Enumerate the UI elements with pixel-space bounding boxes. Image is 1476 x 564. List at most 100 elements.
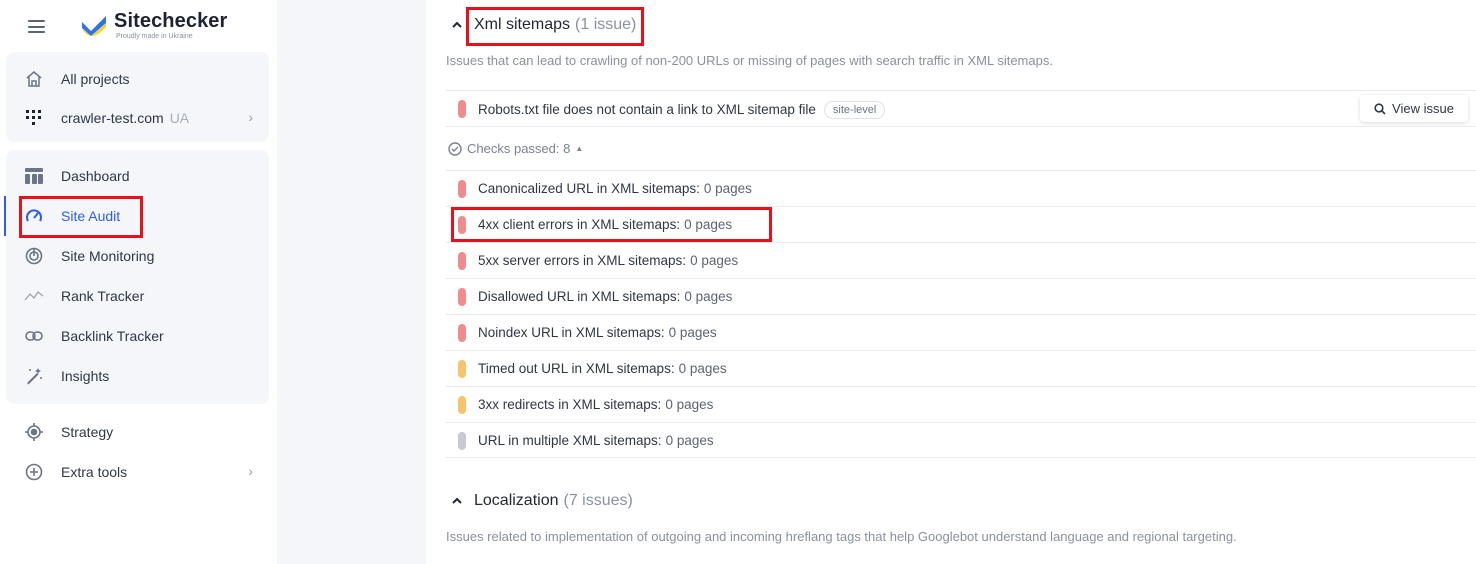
sidebar-item-label: Rank Tracker <box>61 288 145 304</box>
severity-marker <box>458 216 466 234</box>
check-pages: 0 pages <box>665 433 714 448</box>
target-icon <box>24 422 44 442</box>
check-pages: 0 pages <box>678 361 727 376</box>
caret-up-icon: ▲ <box>575 144 584 153</box>
brand-tagline: Proudly made in Ukraine <box>116 33 193 40</box>
check-label: 3xx redirects in XML sitemaps: 0 pages <box>478 397 713 412</box>
sidebar-item-rank-tracker[interactable]: Rank Tracker <box>6 278 269 314</box>
section-header-xml-sitemaps[interactable]: Xml sitemaps (1 issue) <box>450 16 636 34</box>
check-text: Canonicalized URL in XML sitemaps: <box>478 181 700 196</box>
sidebar-item-label: Strategy <box>61 424 114 440</box>
section-description: Issues related to implementation of outg… <box>446 529 1237 544</box>
plus-circle-icon <box>24 462 44 482</box>
sidebar-item-label: Backlink Tracker <box>61 328 164 344</box>
sidebar-item-label: crawler-test.com UA <box>61 110 189 126</box>
section-description: Issues that can lead to crawling of non-… <box>446 53 1053 68</box>
issue-row[interactable]: Robots.txt file does not contain a link … <box>446 90 1476 126</box>
check-row[interactable]: 5xx server errors in XML sitemaps: 0 page… <box>446 242 1476 278</box>
check-label: Timed out URL in XML sitemaps: 0 pages <box>478 361 727 376</box>
dashboard-icon <box>24 166 44 186</box>
magic-wand-icon <box>24 366 44 386</box>
severity-marker <box>458 396 466 414</box>
severity-marker <box>458 288 466 306</box>
view-issue-button[interactable]: View issue <box>1360 95 1468 122</box>
check-pages: 0 pages <box>668 325 717 340</box>
section-count: (7 issues) <box>563 492 633 509</box>
menu-icon[interactable] <box>28 20 45 33</box>
section-count: (1 issue) <box>575 16 637 33</box>
site-level-tag: site-level <box>823 101 886 119</box>
active-indicator <box>4 196 6 236</box>
sidebar-item-site-monitoring[interactable]: Site Monitoring <box>6 238 269 274</box>
checks-passed-toggle[interactable]: Checks passed: 8 ▲ <box>448 141 583 156</box>
chevron-right-icon: › <box>248 109 253 125</box>
checks-passed-bar: Checks passed: 8 ▲ <box>446 126 1476 170</box>
chevron-up-icon <box>452 497 462 504</box>
section-title: Localization <box>474 492 559 509</box>
project-country: UA <box>169 110 190 126</box>
check-pages: 0 pages <box>665 397 714 412</box>
issue-text: Robots.txt file does not contain a link … <box>478 102 816 117</box>
sidebar-item-label: Insights <box>61 368 110 384</box>
home-icon <box>24 69 44 89</box>
search-icon <box>1374 102 1386 115</box>
rank-tracker-icon <box>24 286 44 306</box>
check-row[interactable]: 4xx client errors in XML sitemaps: 0 page… <box>446 206 1476 242</box>
severity-marker <box>458 324 466 342</box>
severity-marker <box>458 180 466 198</box>
check-label: 5xx server errors in XML sitemaps: 0 page… <box>478 253 738 268</box>
check-pages: 0 pages <box>684 217 733 232</box>
project-name: crawler-test.com <box>61 110 164 126</box>
sidebar-item-insights[interactable]: Insights <box>6 358 269 394</box>
sidebar-item-strategy[interactable]: Strategy <box>6 414 269 450</box>
view-issue-label: View issue <box>1392 101 1454 116</box>
link-icon <box>24 326 44 346</box>
check-text: URL in multiple XML sitemaps: <box>478 433 662 448</box>
check-row[interactable]: URL in multiple XML sitemaps: 0 pages <box>446 422 1476 458</box>
check-row[interactable]: Timed out URL in XML sitemaps: 0 pages <box>446 350 1476 386</box>
sidebar-header: Sitechecker Proudly made in Ukraine <box>0 0 277 50</box>
logo[interactable]: Sitechecker Proudly made in Ukraine <box>80 10 240 44</box>
check-row[interactable]: 3xx redirects in XML sitemaps: 0 pages <box>446 386 1476 422</box>
brand-name: Sitechecker <box>114 10 228 32</box>
sidebar-item-project[interactable]: crawler-test.com UA › <box>6 100 269 136</box>
monitoring-icon <box>24 246 44 266</box>
sidebar-item-site-audit[interactable]: Site Audit <box>6 198 269 234</box>
logo-icon <box>82 16 106 36</box>
check-text: 5xx server errors in XML sitemaps: <box>478 253 687 268</box>
project-favicon-icon <box>24 108 44 128</box>
section-header-localization[interactable]: Localization (7 issues) <box>450 492 633 510</box>
section-title: Xml sitemaps <box>474 16 571 33</box>
sidebar-item-label: All projects <box>61 71 130 87</box>
sidebar-item-label: Extra tools <box>61 464 128 480</box>
checks-passed-label: Checks passed: 8 <box>467 141 571 156</box>
severity-marker <box>458 252 466 270</box>
severity-marker <box>458 432 466 450</box>
chevron-right-icon: › <box>248 463 253 479</box>
check-row[interactable]: Disallowed URL in XML sitemaps: 0 pages <box>446 278 1476 314</box>
sidebar-item-dashboard[interactable]: Dashboard <box>6 158 269 194</box>
check-row[interactable]: Canonicalized URL in XML sitemaps: 0 page… <box>446 170 1476 206</box>
check-text: 4xx client errors in XML sitemaps: <box>478 217 681 232</box>
divider <box>446 457 1476 458</box>
check-pages: 0 pages <box>690 253 739 268</box>
chevron-up-icon <box>452 21 462 28</box>
check-text: Disallowed URL in XML sitemaps: <box>478 289 681 304</box>
speedometer-icon <box>24 206 44 226</box>
check-text: Noindex URL in XML sitemaps: <box>478 325 665 340</box>
sidebar-item-label: Dashboard <box>61 168 130 184</box>
check-pages: 0 pages <box>703 181 752 196</box>
check-label: Noindex URL in XML sitemaps: 0 pages <box>478 325 717 340</box>
sidebar-item-extra-tools[interactable]: Extra tools › <box>6 454 269 490</box>
check-label: Disallowed URL in XML sitemaps: 0 pages <box>478 289 732 304</box>
check-label: Canonicalized URL in XML sitemaps: 0 page… <box>478 181 752 196</box>
main-content: Xml sitemaps (1 issue) Issues that can l… <box>426 0 1476 564</box>
sidebar-item-label: Site Monitoring <box>61 248 155 264</box>
check-pages: 0 pages <box>684 289 733 304</box>
sidebar-item-label: Site Audit <box>61 208 121 224</box>
check-text: 3xx redirects in XML sitemaps: <box>478 397 662 412</box>
check-text: Timed out URL in XML sitemaps: <box>478 361 675 376</box>
sidebar-item-backlink-tracker[interactable]: Backlink Tracker <box>6 318 269 354</box>
check-row[interactable]: Noindex URL in XML sitemaps: 0 pages <box>446 314 1476 350</box>
sidebar-item-all-projects[interactable]: All projects <box>6 61 269 97</box>
